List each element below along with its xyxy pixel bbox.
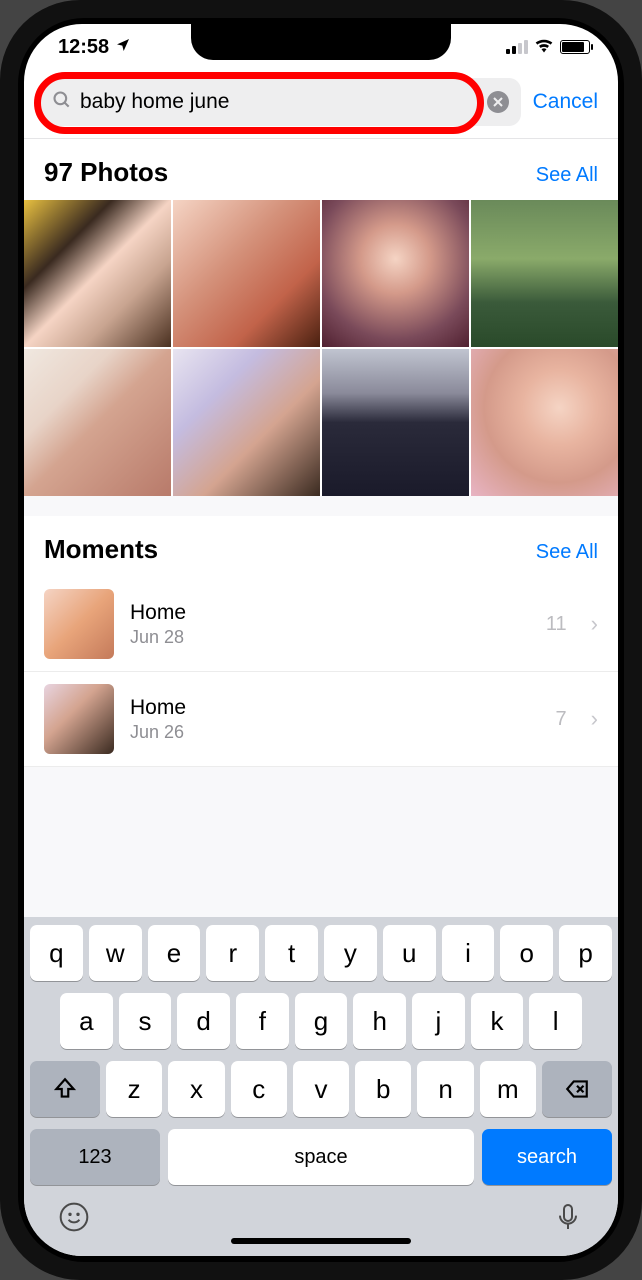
battery-icon [560,40,590,54]
content-scroll[interactable]: 97 Photos See All Moments See All [24,139,618,917]
key-z[interactable]: z [106,1061,162,1117]
moment-row[interactable]: Home Jun 28 11 › [24,577,618,672]
moments-see-all-link[interactable]: See All [536,541,598,564]
moments-section-header: Moments See All [24,516,618,577]
numbers-key[interactable]: 123 [30,1129,160,1185]
key-v[interactable]: v [293,1061,349,1117]
moment-thumbnail [44,684,114,754]
cellular-icon [506,40,528,54]
moment-info: Home Jun 26 [130,696,540,743]
shift-key[interactable] [30,1061,100,1117]
key-row-1: q w e r t y u i o p [30,925,612,981]
wifi-icon [534,36,554,59]
key-l[interactable]: l [529,993,582,1049]
cancel-button[interactable]: Cancel [531,90,602,114]
emoji-icon[interactable] [58,1201,90,1238]
key-s[interactable]: s [119,993,172,1049]
key-row-2: a s d f g h j k l [30,993,612,1049]
clock: 12:58 [58,36,109,58]
key-t[interactable]: t [265,925,318,981]
search-input[interactable] [80,90,479,114]
photo-thumbnail[interactable] [24,200,171,347]
key-a[interactable]: a [60,993,113,1049]
search-icon [52,90,72,115]
key-n[interactable]: n [417,1061,473,1117]
key-u[interactable]: u [383,925,436,981]
keyboard-bottom-row [30,1197,612,1238]
photos-see-all-link[interactable]: See All [536,164,598,187]
photo-thumbnail[interactable] [471,349,618,496]
photos-section-header: 97 Photos See All [24,139,618,200]
keyboard: q w e r t y u i o p a s d f g h j k l [24,917,618,1256]
phone-frame: 12:58 [0,0,642,1280]
moment-title: Home [130,696,540,720]
moment-date: Jun 28 [130,627,530,648]
status-right [506,36,590,59]
dictation-icon[interactable] [552,1201,584,1238]
search-field[interactable] [40,78,521,126]
key-row-4: 123 space search [30,1129,612,1185]
moment-date: Jun 26 [130,722,540,743]
key-g[interactable]: g [295,993,348,1049]
chevron-right-icon: › [591,706,598,732]
search-key[interactable]: search [482,1129,612,1185]
location-arrow-icon [115,36,131,59]
moment-row[interactable]: Home Jun 26 7 › [24,672,618,767]
key-r[interactable]: r [206,925,259,981]
moment-title: Home [130,601,530,625]
moments-section: Moments See All Home Jun 28 11 › Home [24,516,618,767]
clear-search-button[interactable] [487,91,509,113]
chevron-right-icon: › [591,611,598,637]
space-key[interactable]: space [168,1129,474,1185]
key-row-3: z x c v b n m [30,1061,612,1117]
moment-thumbnail [44,589,114,659]
photo-thumbnail[interactable] [24,349,171,496]
photos-heading: 97 Photos [44,157,168,188]
key-w[interactable]: w [89,925,142,981]
screen: 12:58 [24,24,618,1256]
moment-count: 11 [546,613,567,636]
moment-info: Home Jun 28 [130,601,530,648]
photo-thumbnail[interactable] [322,349,469,496]
photos-grid [24,200,618,496]
key-x[interactable]: x [168,1061,224,1117]
moments-heading: Moments [44,534,158,565]
key-q[interactable]: q [30,925,83,981]
key-e[interactable]: e [148,925,201,981]
photo-thumbnail[interactable] [471,200,618,347]
notch [191,24,451,60]
key-p[interactable]: p [559,925,612,981]
photo-thumbnail[interactable] [173,200,320,347]
key-m[interactable]: m [480,1061,536,1117]
key-j[interactable]: j [412,993,465,1049]
key-i[interactable]: i [442,925,495,981]
key-c[interactable]: c [231,1061,287,1117]
moment-count: 7 [556,708,567,731]
status-time: 12:58 [58,36,131,59]
photo-thumbnail[interactable] [322,200,469,347]
key-d[interactable]: d [177,993,230,1049]
home-indicator[interactable] [231,1238,411,1244]
phone-bezel: 12:58 [18,18,624,1262]
key-o[interactable]: o [500,925,553,981]
key-b[interactable]: b [355,1061,411,1117]
key-k[interactable]: k [471,993,524,1049]
key-f[interactable]: f [236,993,289,1049]
key-y[interactable]: y [324,925,377,981]
photo-thumbnail[interactable] [173,349,320,496]
backspace-key[interactable] [542,1061,612,1117]
key-h[interactable]: h [353,993,406,1049]
search-row: Cancel [24,70,618,139]
